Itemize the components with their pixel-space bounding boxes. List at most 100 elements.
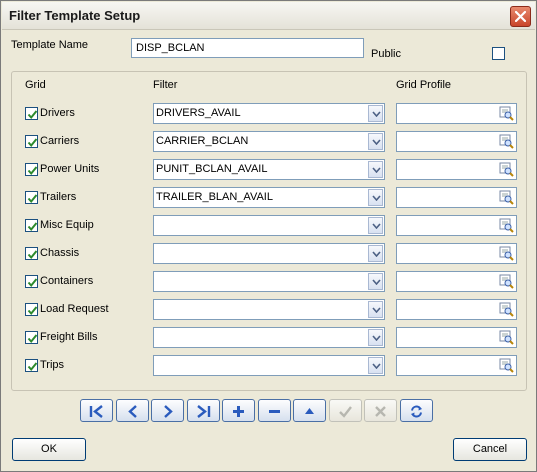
last-record-button[interactable] [187, 399, 220, 422]
refresh-button[interactable] [400, 399, 433, 422]
filter-dropdown-button[interactable] [368, 161, 383, 178]
grid-row: Trips [1, 355, 537, 377]
chevron-down-icon [372, 279, 381, 285]
grid-enabled-checkbox[interactable] [25, 191, 38, 204]
grid-enabled-checkbox[interactable] [25, 219, 38, 232]
filter-dropdown-button[interactable] [368, 245, 383, 262]
prior-icon [128, 405, 137, 418]
grid-row: Containers [1, 271, 537, 293]
grid-label: Power Units [40, 163, 100, 175]
grid-profile-field[interactable] [396, 159, 517, 180]
grid-profile-field[interactable] [396, 243, 517, 264]
filter-dropdown-button[interactable] [368, 105, 383, 122]
public-label: Public [371, 48, 401, 60]
prior-record-button[interactable] [116, 399, 149, 422]
template-name-input[interactable]: DISP_BCLAN [131, 38, 364, 58]
lookup-icon [499, 358, 514, 373]
grid-label: Trailers [40, 191, 77, 203]
filter-combo[interactable] [153, 327, 385, 348]
grid-profile-field[interactable] [396, 215, 517, 236]
grid-profile-field[interactable] [396, 271, 517, 292]
filter-combo[interactable]: DRIVERS_AVAIL [153, 103, 385, 124]
grid-profile-lookup-button[interactable] [499, 302, 514, 317]
close-button[interactable] [510, 6, 531, 27]
first-record-button[interactable] [80, 399, 113, 422]
grid-profile-field[interactable] [396, 327, 517, 348]
filter-dropdown-button[interactable] [368, 301, 383, 318]
grid-profile-lookup-button[interactable] [499, 330, 514, 345]
post-edit-button[interactable] [329, 399, 362, 422]
filter-dropdown-button[interactable] [368, 357, 383, 374]
public-checkbox[interactable] [492, 47, 505, 60]
grid-profile-lookup-button[interactable] [499, 190, 514, 205]
lookup-icon [499, 274, 514, 289]
filter-combo[interactable] [153, 355, 385, 376]
grid-profile-lookup-button[interactable] [499, 162, 514, 177]
filter-dropdown-button[interactable] [368, 273, 383, 290]
grid-enabled-checkbox[interactable] [25, 303, 38, 316]
chevron-down-icon [372, 111, 381, 117]
filter-dropdown-button[interactable] [368, 133, 383, 150]
filter-combo[interactable] [153, 271, 385, 292]
grid-enabled-checkbox[interactable] [25, 135, 38, 148]
grid-profile-lookup-button[interactable] [499, 246, 514, 261]
filter-dropdown-button[interactable] [368, 217, 383, 234]
grid-label: Chassis [40, 247, 80, 259]
refresh-icon [411, 405, 422, 418]
lookup-icon [499, 190, 514, 205]
grid-profile-field[interactable] [396, 299, 517, 320]
grid-profile-field[interactable] [396, 103, 517, 124]
filter-combo[interactable]: CARRIER_BCLAN [153, 131, 385, 152]
grid-row: Drivers DRIVERS_AVAIL [1, 103, 537, 125]
window-title: Filter Template Setup [9, 8, 141, 23]
grid-label: Drivers [40, 107, 75, 119]
delete-record-button[interactable] [258, 399, 291, 422]
cancel-button[interactable]: Cancel [453, 438, 527, 461]
grid-row: Chassis [1, 243, 537, 265]
lookup-icon [499, 330, 514, 345]
chevron-down-icon [372, 363, 381, 369]
chevron-down-icon [372, 167, 381, 173]
chevron-down-icon [372, 307, 381, 313]
chevron-down-icon [372, 251, 381, 257]
grid-enabled-checkbox[interactable] [25, 359, 38, 372]
grid-profile-lookup-button[interactable] [499, 274, 514, 289]
grid-enabled-checkbox[interactable] [25, 275, 38, 288]
filter-combo[interactable]: TRAILER_BLAN_AVAIL [153, 187, 385, 208]
grid-profile-lookup-button[interactable] [499, 218, 514, 233]
ok-button[interactable]: OK [12, 438, 86, 461]
grid-column-header: Grid [25, 79, 46, 91]
cancel-edit-button[interactable] [364, 399, 397, 422]
check-icon [27, 222, 38, 232]
filter-column-header: Filter [153, 79, 178, 91]
plus-icon [233, 406, 244, 417]
grid-profile-lookup-button[interactable] [499, 358, 514, 373]
grid-enabled-checkbox[interactable] [25, 331, 38, 344]
grid-profile-lookup-button[interactable] [499, 134, 514, 149]
insert-record-button[interactable] [222, 399, 255, 422]
grid-profile-lookup-button[interactable] [499, 106, 514, 121]
check-icon [27, 306, 38, 316]
grid-profile-field[interactable] [396, 187, 517, 208]
grid-enabled-checkbox[interactable] [25, 107, 38, 120]
chevron-down-icon [372, 195, 381, 201]
grid-enabled-checkbox[interactable] [25, 163, 38, 176]
lookup-icon [499, 246, 514, 261]
filter-dropdown-button[interactable] [368, 189, 383, 206]
filter-combo[interactable] [153, 243, 385, 264]
grid-profile-field[interactable] [396, 355, 517, 376]
next-record-button[interactable] [151, 399, 184, 422]
filter-value: CARRIER_BCLAN [156, 135, 249, 147]
chevron-down-icon [372, 223, 381, 229]
filter-combo[interactable] [153, 215, 385, 236]
grid-label: Freight Bills [40, 331, 98, 343]
edit-record-button[interactable] [293, 399, 326, 422]
first-icon [89, 405, 103, 418]
grid-row: Trailers TRAILER_BLAN_AVAIL [1, 187, 537, 209]
grid-enabled-checkbox[interactable] [25, 247, 38, 260]
grid-profile-field[interactable] [396, 131, 517, 152]
filter-combo[interactable] [153, 299, 385, 320]
filter-dropdown-button[interactable] [368, 329, 383, 346]
filter-combo[interactable]: PUNIT_BCLAN_AVAIL [153, 159, 385, 180]
check-icon [339, 406, 352, 418]
